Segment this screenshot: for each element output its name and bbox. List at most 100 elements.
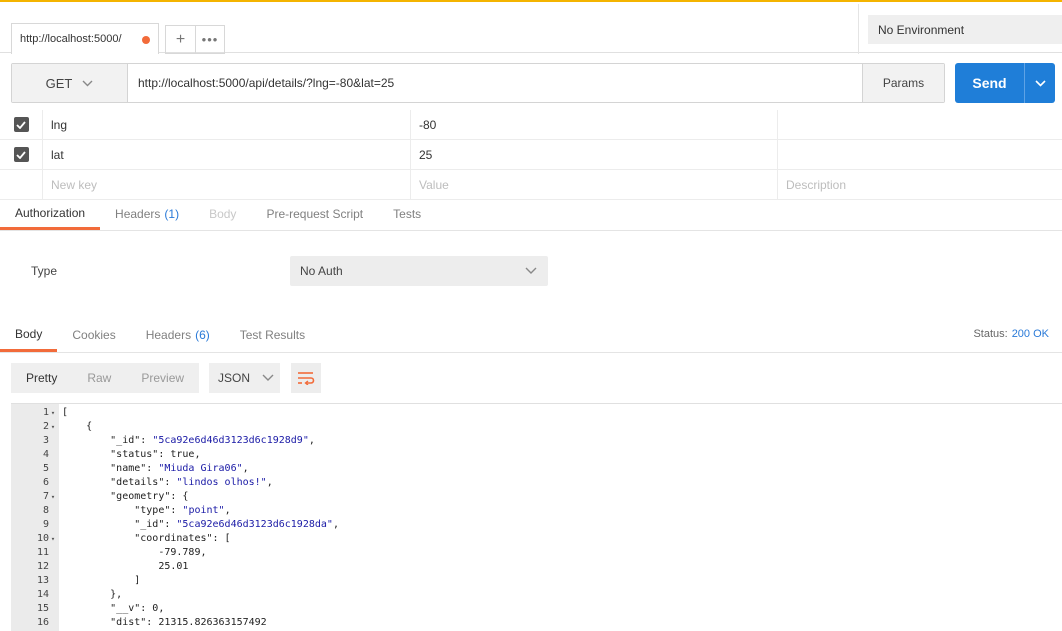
fold-arrow-icon[interactable]: ▾: [49, 406, 57, 420]
chevron-down-icon: [525, 267, 537, 274]
tab-label: Headers: [145, 328, 192, 342]
line-number: 5: [11, 462, 59, 476]
send-label: Send: [972, 75, 1007, 91]
fold-arrow-icon[interactable]: ▾: [49, 532, 57, 546]
wrap-lines-button[interactable]: [291, 363, 322, 393]
line-number: 13: [11, 574, 59, 588]
code-line: 25.01: [62, 561, 189, 572]
param-key: lng: [51, 118, 68, 132]
param-value: 25: [419, 148, 433, 162]
param-value-field[interactable]: 25: [410, 140, 777, 170]
line-number: 16: [11, 616, 59, 630]
line-number[interactable]: 7 ▾: [11, 490, 59, 504]
format-label: JSON: [218, 371, 251, 385]
checkmark-icon: [13, 117, 29, 132]
tab-label: Test Results: [239, 328, 306, 342]
send-button[interactable]: Send: [955, 63, 1055, 103]
code-line: {: [62, 421, 93, 432]
send-options-button[interactable]: [1024, 63, 1055, 103]
line-number[interactable]: 2 ▾: [11, 420, 59, 434]
param-description-field[interactable]: [777, 140, 1062, 170]
code-line: "name": "Miuda Gira06",: [62, 463, 249, 474]
format-select[interactable]: JSON: [209, 363, 281, 393]
tab-label: Body: [15, 326, 43, 341]
tab-response-body[interactable]: Body: [0, 318, 58, 352]
tab-label: Tests: [393, 207, 422, 221]
more-tabs-button[interactable]: •••: [195, 25, 225, 54]
tab-label: Cookies: [72, 328, 116, 342]
url-text: http://localhost:5000/api/details/?lng=-…: [138, 76, 395, 90]
tab-pre-request-script[interactable]: Pre-request Script: [251, 198, 378, 230]
tab-cookies[interactable]: Cookies: [57, 318, 130, 352]
fold-arrow-icon[interactable]: ▾: [49, 490, 57, 504]
code-line: },: [62, 589, 123, 600]
tab-response-headers[interactable]: Headers (6): [131, 318, 225, 352]
chevron-down-icon: [262, 374, 274, 381]
auth-type-label: Type: [31, 264, 58, 278]
view-mode-preview[interactable]: Preview: [126, 363, 199, 393]
chevron-down-icon: [82, 80, 93, 86]
status-value[interactable]: 200 OK: [1012, 328, 1049, 340]
response-body-viewer[interactable]: 1 ▾ 2 ▾ 3 4 5 6 7 ▾ 8 9 10 ▾ 11 12 13 14 15 16 [ { "_id": "…: [11, 403, 1062, 631]
code-line: "status": true,: [62, 449, 201, 460]
tab-tests[interactable]: Tests: [378, 198, 436, 230]
divider: [858, 4, 859, 54]
new-key-input[interactable]: New key: [42, 170, 410, 200]
method-label: GET: [45, 75, 73, 91]
tab-authorization[interactable]: Authorization: [0, 198, 101, 230]
line-number[interactable]: 1 ▾: [11, 406, 59, 420]
params-button[interactable]: Params: [862, 64, 944, 102]
param-key: lat: [51, 148, 64, 162]
param-description-field[interactable]: [777, 110, 1062, 140]
param-row: lat 25: [0, 140, 1062, 170]
params-table: lng -80 lat 25 New key Value Description: [0, 110, 1062, 200]
view-mode-pretty[interactable]: Pretty: [11, 363, 72, 393]
unsaved-dot-icon: [142, 36, 150, 44]
wrap-lines-icon: [298, 372, 315, 385]
request-tab[interactable]: http://localhost:5000/: [11, 23, 159, 54]
tab-test-results[interactable]: Test Results: [225, 318, 320, 352]
param-checkbox[interactable]: [0, 110, 42, 139]
tab-label: Authorization: [15, 205, 86, 220]
ellipsis-icon: •••: [201, 32, 219, 47]
view-mode-group: Pretty Raw Preview: [11, 363, 200, 393]
auth-type-select[interactable]: No Auth: [290, 256, 548, 286]
view-toolbar: Pretty Raw Preview JSON: [11, 363, 322, 393]
tab-body[interactable]: Body: [194, 198, 251, 230]
new-value-placeholder: Value: [419, 178, 449, 192]
new-value-input[interactable]: Value: [410, 170, 777, 200]
param-key-field[interactable]: lat: [42, 140, 410, 170]
url-input[interactable]: http://localhost:5000/api/details/?lng=-…: [128, 64, 862, 102]
response-tabs: Body Cookies Headers (6) Test Results Sta…: [0, 318, 1062, 353]
code-line: "type": "point",: [62, 505, 231, 516]
code-line: ]: [62, 575, 141, 586]
fold-arrow-icon[interactable]: ▾: [49, 420, 57, 434]
environment-select[interactable]: No Environment: [868, 15, 1062, 44]
param-checkbox[interactable]: [0, 140, 42, 169]
line-number[interactable]: 10 ▾: [11, 532, 59, 546]
param-row: lng -80: [0, 110, 1062, 140]
tab-count: (1): [164, 207, 180, 221]
param-value-field[interactable]: -80: [410, 110, 777, 140]
param-key-field[interactable]: lng: [42, 110, 410, 140]
code-line: "details": "lindos olhos!",: [62, 477, 273, 488]
method-select[interactable]: GET: [12, 64, 128, 102]
environment-label: No Environment: [878, 22, 965, 37]
new-tab-button[interactable]: +: [165, 25, 195, 54]
tab-headers[interactable]: Headers (1): [100, 198, 194, 230]
line-number: 15: [11, 602, 59, 616]
param-value: -80: [419, 118, 437, 132]
line-number: 3: [11, 434, 59, 448]
params-label: Params: [882, 76, 925, 90]
request-tabs: Authorization Headers (1) Body Pre-reques…: [0, 198, 1062, 231]
view-mode-raw[interactable]: Raw: [72, 363, 126, 393]
new-description-input[interactable]: Description: [777, 170, 1062, 200]
tab-label: Pre-request Script: [266, 207, 364, 221]
